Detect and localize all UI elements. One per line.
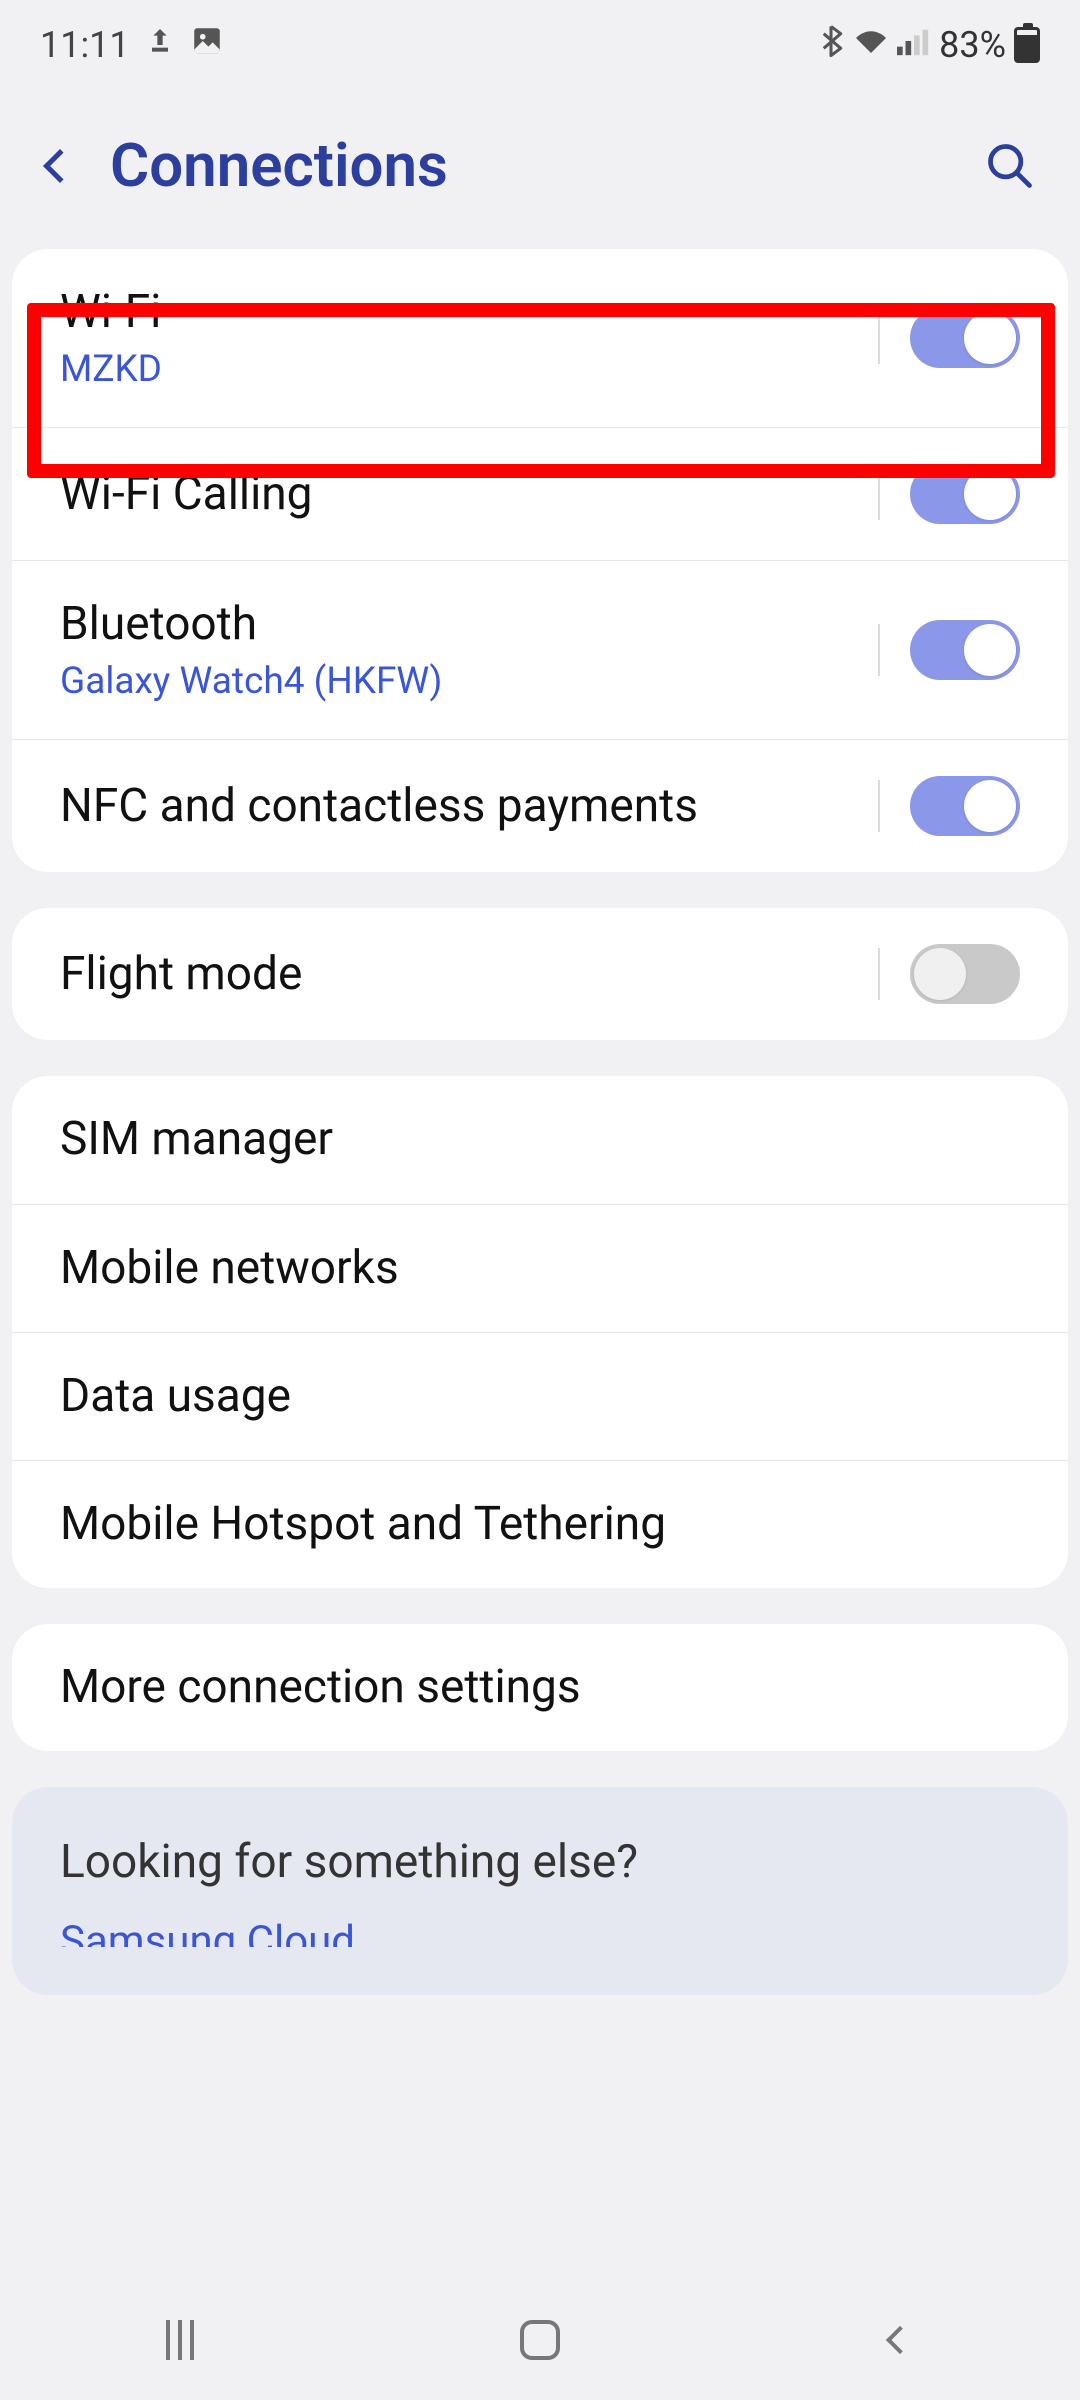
back-button[interactable]: [30, 136, 90, 196]
row-text: Mobile Hotspot and Tethering: [60, 1497, 1020, 1552]
search-button[interactable]: [980, 136, 1040, 196]
battery-percent: 83%: [939, 24, 1006, 66]
status-time: 11:11: [40, 24, 130, 66]
row-title: Data usage: [60, 1369, 1020, 1424]
page-title: Connections: [110, 130, 980, 201]
row-text: NFC and contactless payments: [60, 779, 862, 834]
highlight-box: [27, 303, 1055, 478]
sim-manager-row[interactable]: SIM manager: [12, 1076, 1068, 1203]
battery-icon: [1014, 27, 1040, 63]
bluetooth-row-toggle[interactable]: [910, 620, 1020, 680]
row-title: NFC and contactless payments: [60, 779, 862, 834]
row-text: Mobile networks: [60, 1241, 1020, 1296]
hotspot-tethering-row[interactable]: Mobile Hotspot and Tethering: [12, 1460, 1068, 1588]
upload-icon: [144, 25, 176, 66]
settings-card: SIM manager Mobile networks Data usage Mobi…: [12, 1076, 1068, 1588]
nfc-row-toggle[interactable]: [910, 776, 1020, 836]
separator: [878, 624, 880, 676]
flight-mode-row[interactable]: Flight mode: [12, 908, 1068, 1040]
more-connection-row[interactable]: More connection settings: [12, 1624, 1068, 1751]
row-title: Bluetooth: [60, 597, 862, 652]
status-left: 11:11: [40, 24, 224, 67]
settings-card: More connection settings: [12, 1624, 1068, 1751]
status-right: 83%: [817, 24, 1040, 67]
gallery-icon: [190, 24, 224, 67]
wifi-status-icon: [853, 25, 889, 65]
signal-status-icon: [897, 25, 931, 65]
search-icon: [984, 140, 1036, 192]
row-text: Flight mode: [60, 947, 862, 1002]
toggle-thumb: [964, 780, 1016, 832]
row-text: More connection settings: [60, 1660, 1020, 1715]
status-bar: 11:11 83%: [0, 0, 1080, 90]
bluetooth-row[interactable]: Bluetooth Galaxy Watch4 (HKFW): [12, 560, 1068, 739]
nav-home-button[interactable]: [480, 2310, 600, 2370]
navigation-bar: [0, 2280, 1080, 2400]
header: Connections: [0, 90, 1080, 241]
row-text: Bluetooth Galaxy Watch4 (HKFW): [60, 597, 862, 703]
row-title: More connection settings: [60, 1660, 1020, 1715]
footer-card: Looking for something else? Samsung Clou…: [12, 1787, 1068, 1995]
row-title: Mobile Hotspot and Tethering: [60, 1497, 1020, 1552]
row-text: Data usage: [60, 1369, 1020, 1424]
nav-back-button[interactable]: [840, 2310, 960, 2370]
data-usage-row[interactable]: Data usage: [12, 1332, 1068, 1460]
home-icon: [520, 2320, 560, 2360]
footer-link[interactable]: Samsung Cloud: [60, 1917, 1020, 1947]
nfc-row[interactable]: NFC and contactless payments: [12, 739, 1068, 872]
toggle-thumb: [914, 948, 966, 1000]
chevron-left-icon: [43, 149, 77, 183]
bluetooth-status-icon: [817, 24, 845, 67]
row-title: Flight mode: [60, 947, 862, 1002]
mobile-networks-row[interactable]: Mobile networks: [12, 1204, 1068, 1332]
row-text: SIM manager: [60, 1112, 1020, 1167]
settings-card: Flight mode: [12, 908, 1068, 1040]
separator: [878, 948, 880, 1000]
back-icon: [886, 2326, 914, 2354]
flight-mode-row-toggle[interactable]: [910, 944, 1020, 1004]
separator: [878, 780, 880, 832]
footer-title: Looking for something else?: [60, 1835, 1020, 1889]
toggle-thumb: [964, 624, 1016, 676]
recents-icon: [166, 2320, 194, 2360]
row-title: Mobile networks: [60, 1241, 1020, 1296]
row-title: SIM manager: [60, 1112, 1020, 1167]
row-subtitle: Galaxy Watch4 (HKFW): [60, 660, 862, 703]
nav-recents-button[interactable]: [120, 2310, 240, 2370]
